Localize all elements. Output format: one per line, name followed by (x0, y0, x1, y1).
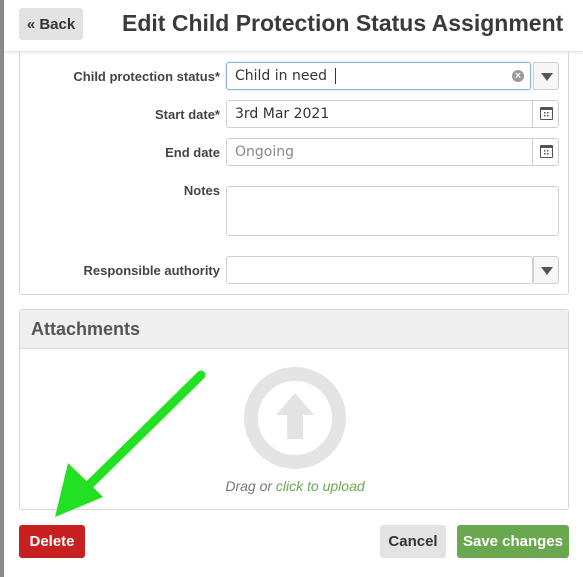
attachments-title: Attachments (20, 310, 568, 349)
clear-icon[interactable]: × (512, 70, 524, 82)
notes-textarea[interactable] (226, 186, 559, 236)
authority-dropdown-chevron-icon[interactable] (533, 256, 559, 284)
page-title: Edit Child Protection Status Assignment (122, 10, 564, 36)
end-date-placeholder: Ongoing (235, 144, 294, 160)
dialog-header: « Back Edit Child Protection Status Assi… (4, 0, 583, 52)
calendar-icon (540, 107, 553, 120)
upload-instructions: Drag or click to upload (20, 478, 570, 494)
upload-icon[interactable] (244, 367, 346, 469)
authority-select[interactable] (226, 256, 533, 284)
delete-button[interactable]: Delete (19, 525, 85, 558)
status-select[interactable]: Child in need × (226, 62, 531, 90)
save-changes-button[interactable]: Save changes (457, 525, 569, 558)
text-cursor (334, 68, 336, 84)
start-date-calendar-button[interactable] (532, 100, 559, 128)
start-date-value: 3rd Mar 2021 (235, 106, 330, 122)
drag-text: Drag or (225, 478, 273, 494)
end-date-input[interactable]: Ongoing (226, 138, 559, 166)
status-label: Child protection status* (73, 69, 220, 84)
back-button[interactable]: « Back (19, 8, 83, 40)
attachments-panel: Attachments Drag or click to upload (19, 309, 569, 510)
click-to-upload-link[interactable]: click to upload (276, 478, 365, 494)
authority-label: Responsible authority (83, 263, 220, 278)
status-dropdown-chevron-icon[interactable] (533, 62, 559, 90)
upload-arrow-icon (276, 393, 314, 439)
cancel-button[interactable]: Cancel (380, 525, 446, 558)
start-date-label: Start date* (154, 107, 220, 122)
end-date-calendar-button[interactable] (532, 138, 559, 166)
edit-dialog: « Back Edit Child Protection Status Assi… (4, 0, 583, 577)
notes-label: Notes (183, 183, 220, 198)
status-form: Child protection status* Child in need ×… (19, 52, 569, 295)
end-date-label: End date (165, 145, 220, 160)
start-date-input[interactable]: 3rd Mar 2021 (226, 100, 559, 128)
status-value: Child in need (235, 68, 327, 84)
calendar-icon (540, 145, 553, 158)
